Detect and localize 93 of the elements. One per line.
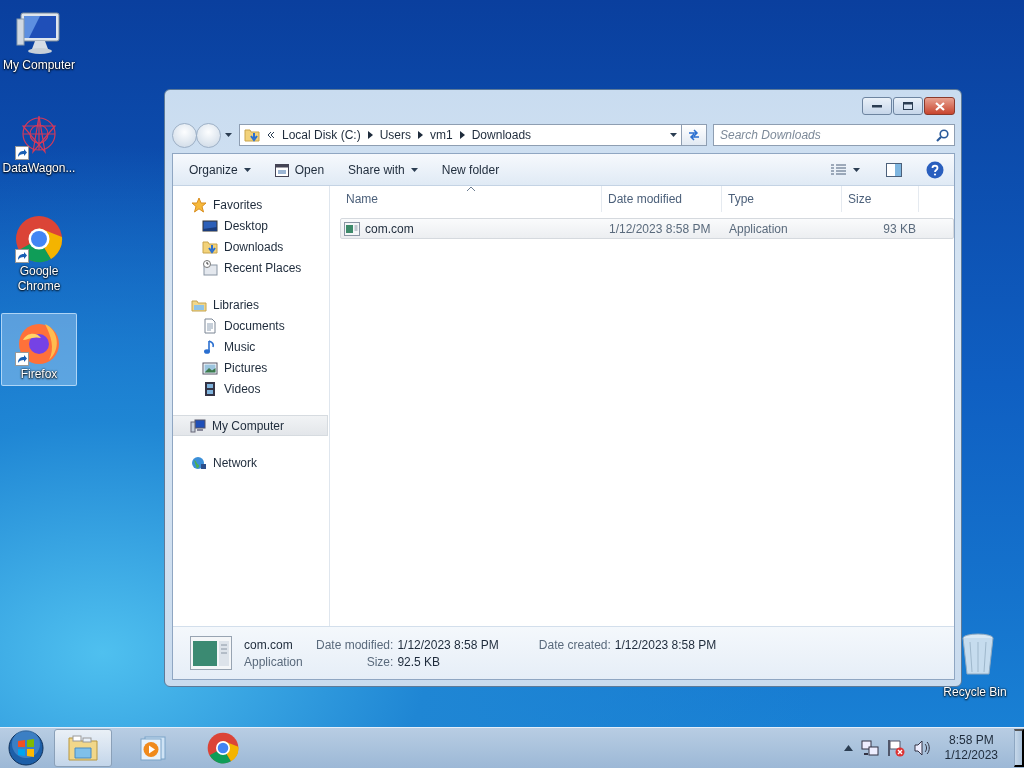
breadcrumb-link[interactable]: vm1 — [430, 128, 453, 142]
nav-item[interactable]: Pictures — [173, 357, 329, 378]
film-icon — [202, 380, 218, 397]
toolbar-button[interactable]: New folder — [431, 158, 510, 181]
breadcrumb-link[interactable]: Users — [379, 128, 412, 142]
network-icon[interactable] — [860, 739, 879, 757]
volume-icon[interactable] — [912, 739, 931, 757]
chrome-icon — [207, 732, 239, 764]
minimize-button[interactable] — [862, 97, 892, 115]
application-icon — [344, 221, 360, 236]
table-cell-text: 1/12/2023 8:58 PM — [608, 221, 712, 236]
nav-item[interactable]: Recent Places — [173, 257, 329, 278]
refresh-button[interactable] — [681, 124, 707, 146]
maximize-icon — [903, 102, 913, 110]
desktop-icon — [202, 217, 218, 234]
chevron-right-icon — [459, 131, 465, 139]
file-name: com.com — [365, 221, 414, 236]
download-folder-icon — [202, 238, 218, 255]
table-cell-text: 93 KB — [882, 221, 917, 236]
close-button[interactable] — [924, 97, 955, 115]
dropdown-caret-icon — [670, 133, 677, 137]
chevron-right-icon — [367, 131, 373, 139]
nav-item[interactable]: Libraries — [173, 294, 329, 315]
column-header[interactable]: Type — [722, 186, 842, 212]
recycle-bin-icon[interactable] — [962, 630, 994, 678]
toolbar-button[interactable]: Open — [264, 158, 335, 181]
nav-item[interactable]: Music — [173, 336, 329, 357]
column-header[interactable]: Size — [842, 186, 919, 212]
icon-label: DataWagon... — [2, 161, 76, 176]
icon-label: Recycle Bin — [942, 685, 1008, 700]
desktop-icon[interactable]: My Computer — [1, 4, 77, 77]
chrome-icon — [15, 215, 63, 263]
document-icon — [202, 317, 218, 334]
start-button[interactable] — [6, 729, 46, 767]
preview-pane-icon — [886, 162, 902, 177]
star-icon — [191, 196, 207, 213]
toolbar-menu-button[interactable]: Organize — [179, 158, 261, 181]
icon-label: Firefox — [19, 367, 59, 382]
desktop-icon[interactable]: Google Chrome — [1, 210, 77, 298]
file-name: com.com — [244, 637, 294, 652]
breadcrumb-link[interactable]: Downloads — [471, 128, 532, 142]
recent-places-icon — [202, 259, 218, 276]
icon-label: My Computer — [2, 58, 76, 73]
computer-icon — [190, 417, 206, 434]
clock[interactable]: 8:58 PM 1/12/2023 — [938, 733, 1004, 763]
refresh-icon — [687, 129, 701, 141]
globe-network-icon — [191, 454, 207, 471]
help-icon — [926, 160, 944, 179]
minimize-icon — [872, 104, 882, 108]
address-bar[interactable]: Local Disk (C:) Users vm1 Downloads — [239, 124, 682, 146]
download-folder-icon — [244, 127, 260, 143]
application-icon — [190, 636, 232, 670]
property-label: Date created: — [538, 637, 611, 652]
details-view-icon — [831, 163, 847, 176]
table-cell-text: Application — [728, 221, 789, 236]
nav-item[interactable]: Network — [173, 452, 329, 473]
property-label: Date modified: — [316, 637, 394, 652]
show-desktop-button[interactable] — [1014, 729, 1024, 767]
caret-icon — [243, 167, 251, 172]
property-value: 92.5 KB — [397, 654, 442, 669]
breadcrumb-link[interactable]: Local Disk (C:) — [282, 128, 361, 142]
nav-item[interactable]: Documents — [173, 315, 329, 336]
computer-icon — [15, 9, 63, 57]
nav-item[interactable]: Videos — [173, 378, 329, 399]
property-value: 1/12/2023 8:58 PM — [614, 637, 717, 652]
nav-item[interactable]: My Computer — [173, 415, 328, 436]
show-hidden-icons-button[interactable] — [843, 745, 853, 751]
desktop-icon[interactable]: DataWagon... — [1, 107, 77, 180]
history-caret-icon — [225, 133, 232, 137]
media-player-icon — [138, 734, 168, 762]
caret-icon — [410, 167, 418, 172]
property-label: Size: — [365, 654, 394, 669]
nav-item[interactable]: Favorites — [173, 194, 329, 215]
search-field[interactable]: Search Downloads — [713, 124, 955, 146]
overflow-chevron-icon — [267, 131, 275, 139]
caret-icon — [853, 167, 860, 172]
picture-icon — [202, 359, 218, 376]
folder-icon — [67, 734, 99, 762]
chevron-right-icon — [418, 131, 424, 139]
open-window-icon — [274, 162, 289, 177]
file-row[interactable]: com.com 1/12/2023 8:58 PM Application 93 KB — [340, 218, 954, 239]
nav-item[interactable]: Desktop — [173, 215, 329, 236]
flag-icon[interactable] — [886, 739, 905, 757]
property-value: 1/12/2023 8:58 PM — [397, 637, 499, 652]
column-header[interactable]: Name — [340, 186, 602, 212]
toolbar-menu-button[interactable]: Share with — [338, 158, 428, 181]
icon-label: Google Chrome — [16, 264, 62, 294]
column-header[interactable]: Date modified — [602, 186, 722, 212]
maximize-button[interactable] — [893, 97, 923, 115]
search-icon — [936, 129, 949, 142]
close-icon — [934, 101, 945, 111]
nav-item[interactable]: Downloads — [173, 236, 329, 257]
file-type: Application — [244, 654, 304, 669]
